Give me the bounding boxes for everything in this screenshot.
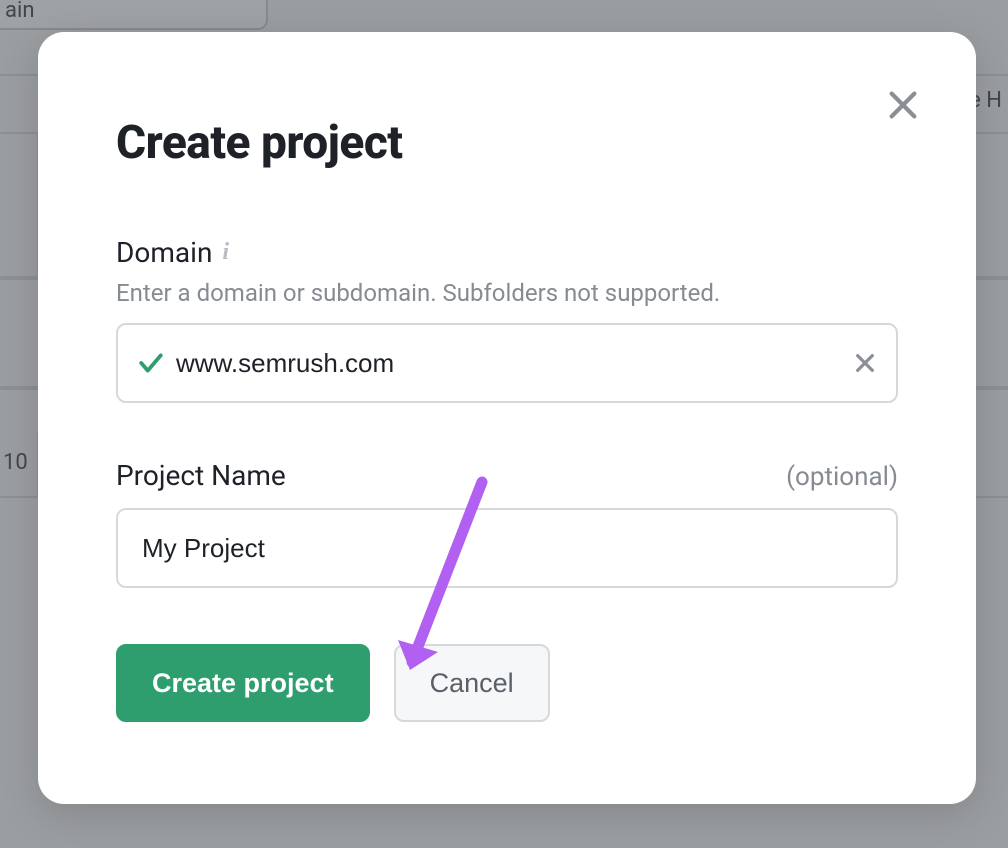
clear-icon[interactable]	[854, 352, 876, 374]
optional-label: (optional)	[786, 462, 898, 492]
project-name-input[interactable]	[142, 533, 872, 564]
close-icon	[886, 88, 920, 122]
modal-title: Create project	[116, 116, 898, 170]
check-icon	[138, 350, 164, 376]
close-button[interactable]	[882, 84, 924, 126]
project-name-label: Project Name	[116, 459, 286, 492]
domain-label: Domain	[116, 236, 212, 269]
cancel-button[interactable]: Cancel	[394, 644, 550, 722]
button-row: Create project Cancel	[116, 644, 898, 722]
info-icon[interactable]: i	[222, 239, 229, 266]
domain-input[interactable]	[176, 348, 838, 379]
create-project-modal: Create project Domain i Enter a domain o…	[38, 32, 976, 804]
project-name-label-row: Project Name (optional)	[116, 459, 898, 492]
domain-label-row: Domain i	[116, 236, 898, 269]
project-name-input-wrap[interactable]	[116, 508, 898, 588]
create-project-button[interactable]: Create project	[116, 644, 370, 722]
domain-input-wrap[interactable]	[116, 323, 898, 403]
domain-help-text: Enter a domain or subdomain. Subfolders …	[116, 279, 898, 307]
